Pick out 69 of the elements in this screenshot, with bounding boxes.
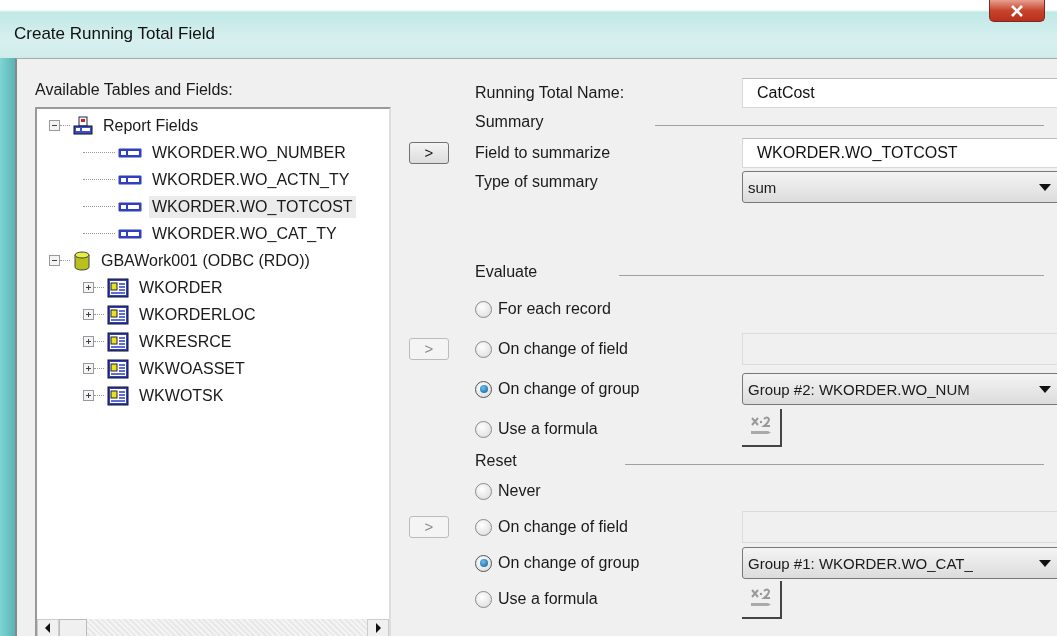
tree-item[interactable]: WKORDER.WO_ACTN_TY bbox=[149, 168, 353, 191]
tree-item[interactable]: WKRESRCE bbox=[136, 330, 235, 353]
table-icon bbox=[107, 358, 129, 379]
tree-item[interactable]: WKORDER.WO_TOTCOST bbox=[149, 195, 356, 218]
option-label: On change of field bbox=[498, 518, 628, 536]
option-label: For each record bbox=[498, 300, 611, 318]
tree-item[interactable]: WKWOTSK bbox=[136, 384, 227, 407]
table-icon bbox=[107, 304, 129, 325]
tree-item[interactable]: WKORDER bbox=[136, 276, 226, 299]
field-icon bbox=[118, 174, 142, 185]
radio-button[interactable] bbox=[475, 340, 492, 358]
section-heading: Summary bbox=[475, 113, 545, 131]
formula-button[interactable] bbox=[742, 581, 782, 619]
tree-item[interactable]: Report Fields bbox=[100, 114, 202, 137]
field-icon bbox=[118, 147, 142, 158]
field-label: Type of summary bbox=[475, 173, 599, 191]
group-dropdown[interactable]: Group #1: WKORDER.WO_CAT_ bbox=[742, 547, 1057, 579]
option-label: Use a formula bbox=[498, 590, 598, 608]
tree-item[interactable]: WKORDER.WO_CAT_TY bbox=[149, 222, 340, 245]
scroll-right-icon[interactable] bbox=[367, 619, 389, 636]
field-label: Running Total Name: bbox=[475, 84, 626, 102]
option-label: On change of group bbox=[498, 554, 640, 572]
radio-button[interactable] bbox=[475, 482, 492, 500]
section-heading: Evaluate bbox=[475, 263, 539, 281]
table-icon bbox=[107, 331, 129, 352]
summarize-field[interactable]: WKORDER.WO_TOTCOST bbox=[742, 138, 1057, 168]
tree-item[interactable]: WKORDER.WO_NUMBER bbox=[149, 141, 349, 164]
radio-button[interactable] bbox=[475, 420, 492, 438]
option-label: Use a formula bbox=[498, 420, 598, 438]
caret-icon bbox=[1039, 385, 1051, 393]
panel-label: Available Tables and Fields: bbox=[35, 80, 234, 100]
close-button[interactable] bbox=[989, 0, 1045, 22]
field-icon bbox=[118, 228, 142, 239]
expander-icon[interactable] bbox=[49, 120, 60, 131]
option-label: On change of field bbox=[498, 340, 628, 358]
expander-icon[interactable] bbox=[83, 309, 94, 320]
close-icon bbox=[1010, 4, 1024, 17]
database-icon bbox=[73, 250, 91, 271]
summary-type-dropdown[interactable]: sum bbox=[742, 171, 1057, 203]
group-dropdown[interactable]: Group #2: WKORDER.WO_NUM bbox=[742, 373, 1057, 405]
expander-icon[interactable] bbox=[83, 282, 94, 293]
tree-item[interactable]: GBAWork001 (ODBC (RDO)) bbox=[98, 249, 313, 272]
option-label: On change of group bbox=[498, 380, 640, 398]
caret-icon bbox=[1039, 183, 1051, 191]
add-field-button[interactable]: > bbox=[409, 142, 449, 164]
tree-item[interactable]: WKWOASSET bbox=[136, 357, 248, 380]
scroll-left-icon[interactable] bbox=[37, 619, 59, 636]
expander-icon[interactable] bbox=[83, 336, 94, 347]
table-icon bbox=[107, 385, 129, 406]
name-field[interactable]: CatCost bbox=[742, 78, 1057, 108]
scroll-thumb[interactable] bbox=[59, 619, 87, 636]
option-label: Never bbox=[498, 482, 541, 500]
radio-button[interactable] bbox=[475, 590, 492, 608]
caret-icon bbox=[1039, 559, 1051, 567]
table-icon bbox=[107, 277, 129, 298]
report-icon bbox=[73, 115, 93, 136]
tree-item[interactable]: WKORDERLOC bbox=[136, 303, 259, 326]
expander-icon[interactable] bbox=[83, 363, 94, 374]
radio-button[interactable] bbox=[475, 554, 492, 572]
radio-button[interactable] bbox=[475, 518, 492, 536]
horizontal-scrollbar[interactable] bbox=[37, 619, 389, 636]
expander-icon[interactable] bbox=[83, 390, 94, 401]
expander-icon[interactable] bbox=[49, 255, 60, 266]
section-heading: Reset bbox=[475, 452, 518, 470]
field-icon bbox=[118, 201, 142, 212]
radio-button[interactable] bbox=[475, 300, 492, 318]
radio-button[interactable] bbox=[475, 380, 492, 398]
field-label: Field to summarize bbox=[475, 144, 612, 162]
window-title: Create Running Total Field bbox=[14, 24, 215, 44]
